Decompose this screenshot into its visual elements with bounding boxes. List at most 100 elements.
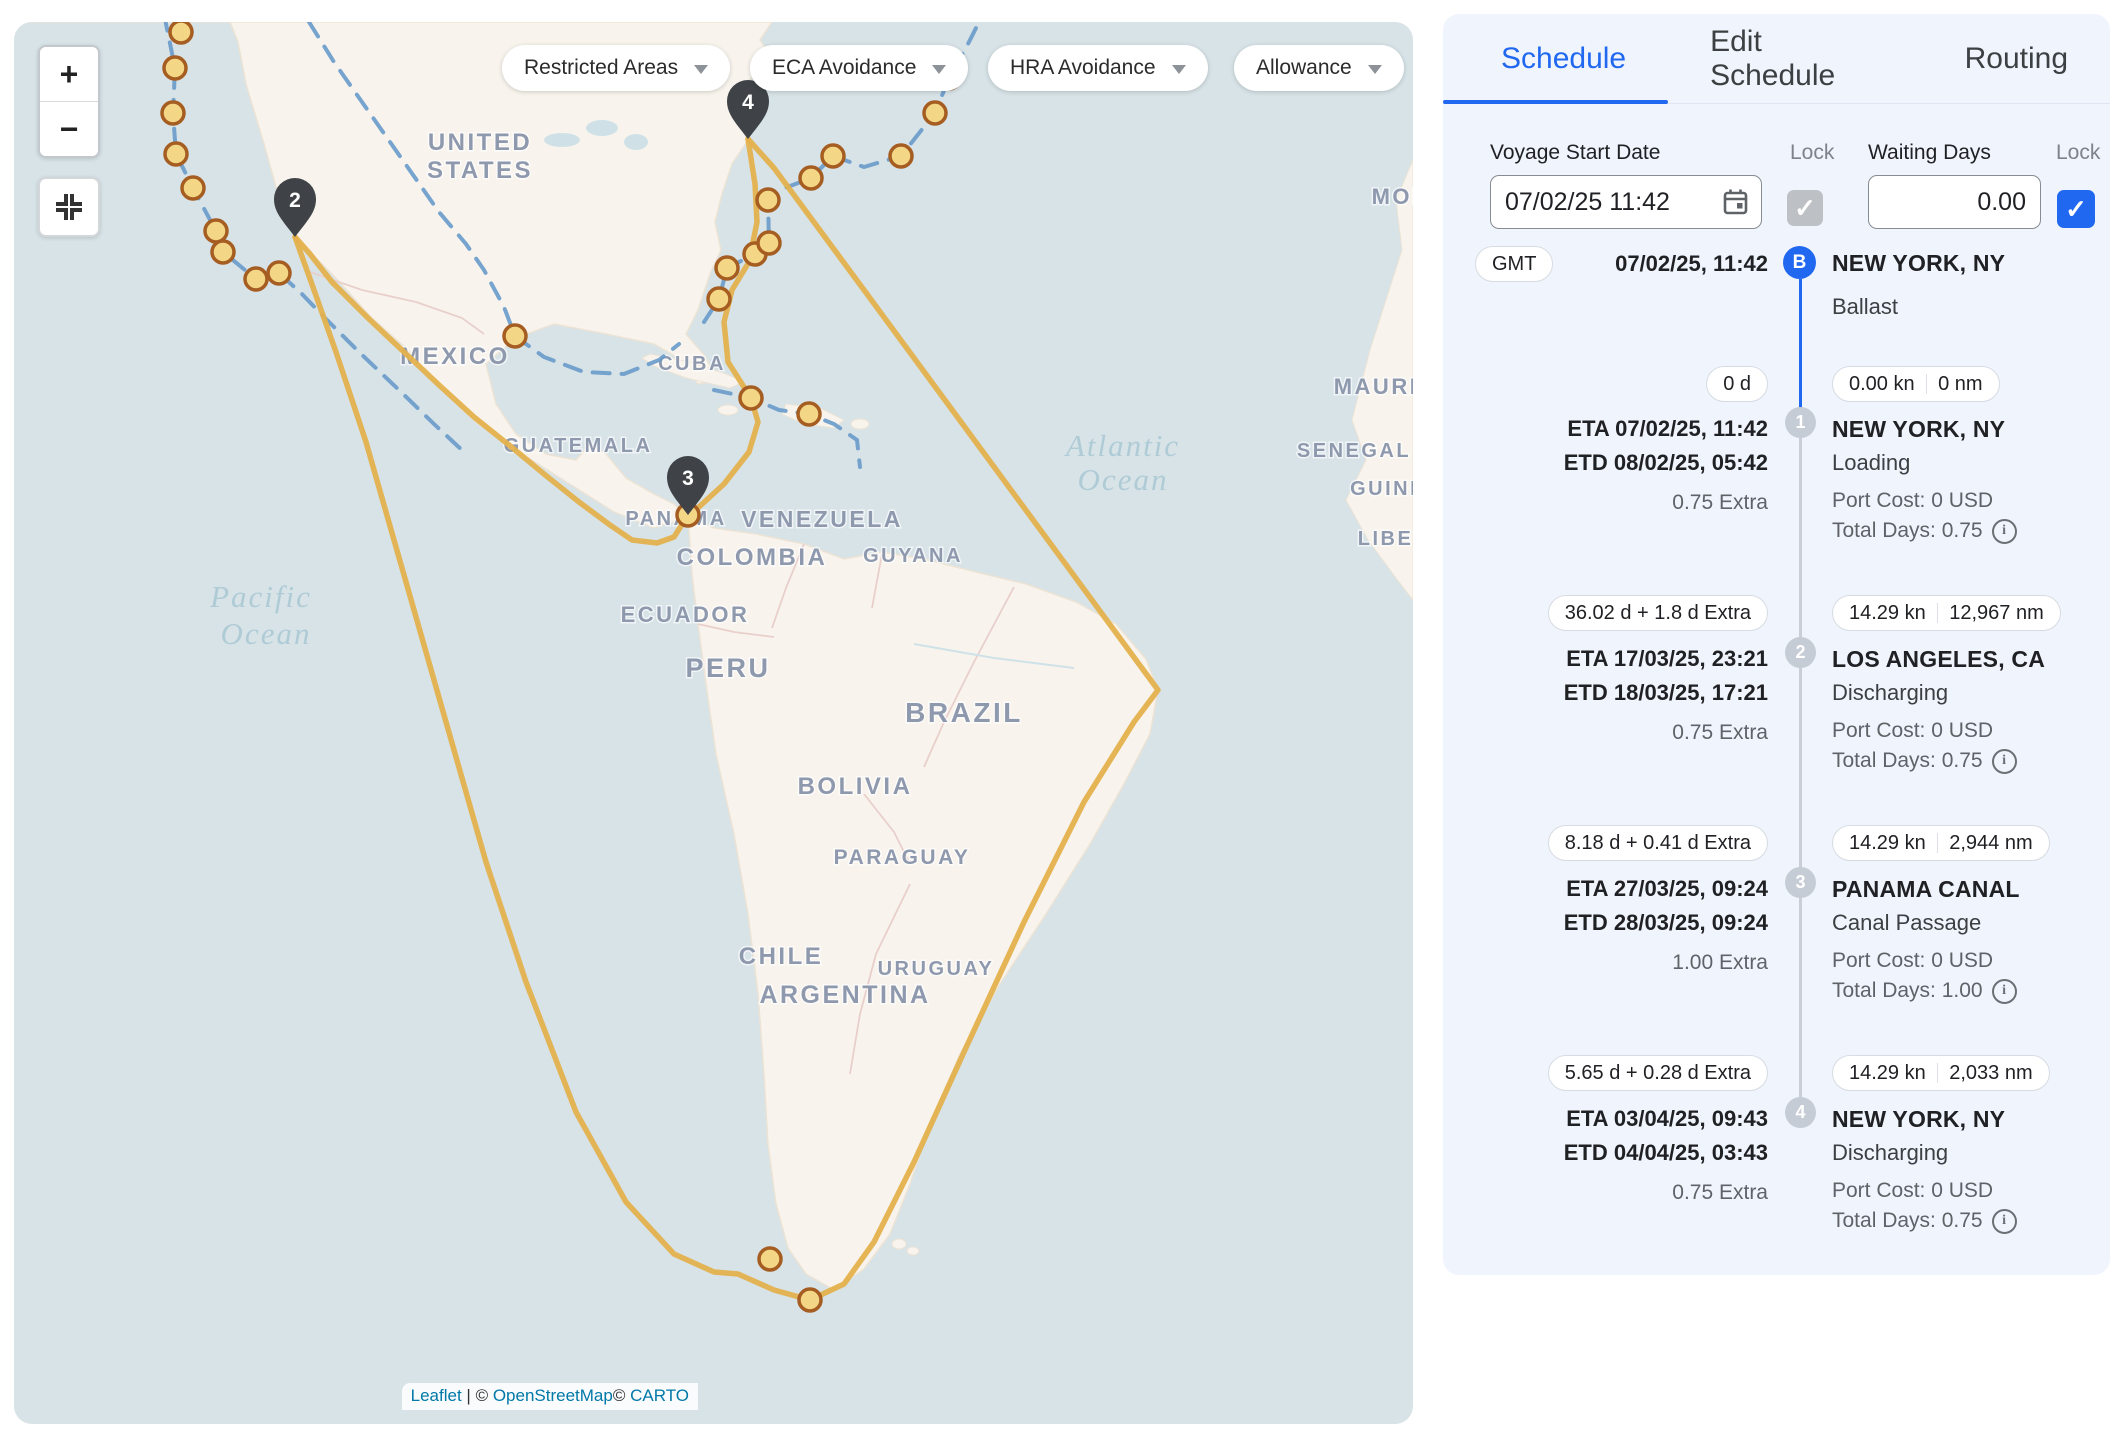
svg-text:LIBER: LIBER <box>1358 528 1413 550</box>
port-activity: Canal Passage <box>1832 906 2084 940</box>
allowance-dropdown[interactable]: Allowance <box>1234 45 1404 91</box>
leaflet-link[interactable]: Leaflet <box>411 1386 462 1405</box>
check-icon: ✓ <box>2065 196 2087 222</box>
leg-speed-distance-badge: 14.29 kn2,944 nm <box>1832 825 2050 861</box>
leg-speed-distance-badge: 14.29 kn2,033 nm <box>1832 1055 2050 1091</box>
svg-text:GUINE: GUINE <box>1350 478 1413 500</box>
port-total-days: Total Days: 1.00 <box>1832 976 1983 1006</box>
port-name: PANAMA CANAL <box>1832 872 2084 906</box>
eca-avoidance-label: ECA Avoidance <box>772 56 916 80</box>
svg-text:GUYANA: GUYANA <box>863 545 963 567</box>
port-eta: ETA 03/04/25, 09:43 <box>1475 1102 1768 1136</box>
port-eta: ETA 17/03/25, 23:21 <box>1475 642 1768 676</box>
voyage-start-date-label: Voyage Start Date <box>1490 141 1660 165</box>
chevron-down-icon <box>932 65 946 74</box>
leg-speed-distance-badge: 14.29 kn12,967 nm <box>1832 595 2061 631</box>
port-total-days: Total Days: 0.75 <box>1832 746 1983 776</box>
map-canvas: UNITEDSTATESMEXICOCUBAGUATEMALAPANAMAVEN… <box>14 22 1413 1424</box>
start-port-name: NEW YORK, NY <box>1832 246 2084 280</box>
allowance-label: Allowance <box>1256 56 1352 80</box>
openstreetmap-link[interactable]: OpenStreetMap <box>493 1386 613 1405</box>
eca-avoidance-dropdown[interactable]: ECA Avoidance <box>750 45 968 91</box>
svg-text:CHILE: CHILE <box>739 943 824 970</box>
info-icon[interactable]: i <box>1992 1209 2017 1234</box>
svg-text:UNITED: UNITED <box>428 129 532 156</box>
voyage-start-date-input[interactable] <box>1491 188 1722 217</box>
calendar-icon[interactable] <box>1722 188 1749 216</box>
svg-text:GUATEMALA: GUATEMALA <box>504 435 653 457</box>
svg-text:STATES: STATES <box>427 157 533 184</box>
port-activity: Discharging <box>1832 676 2084 710</box>
svg-text:PARAGUAY: PARAGUAY <box>834 846 971 869</box>
leg-duration-badge: 5.65 d + 0.28 d Extra <box>1548 1055 1768 1091</box>
svg-text:Atlantic: Atlantic <box>1064 428 1180 463</box>
attribution-separator: | <box>466 1386 470 1405</box>
waiting-days-field-wrap <box>1868 175 2041 229</box>
svg-text:PERU: PERU <box>685 653 770 683</box>
port-activity: Discharging <box>1832 1136 2084 1170</box>
port-total-days: Total Days: 0.75 <box>1832 1206 1983 1236</box>
timeline-line-ballast <box>1799 279 1802 409</box>
waiting-days-input[interactable] <box>1869 188 2040 217</box>
tab-edit-schedule[interactable]: Edit Schedule <box>1668 14 1922 103</box>
svg-text:3: 3 <box>682 467 694 490</box>
port-cost: Port Cost: 0 USD <box>1832 1176 2084 1206</box>
panel-tabs: Schedule Edit Schedule Routing <box>1443 14 2110 104</box>
svg-text:COLOMBIA: COLOMBIA <box>677 544 828 571</box>
info-icon[interactable]: i <box>1992 519 2017 544</box>
svg-text:Pacific: Pacific <box>209 579 312 614</box>
leg-speed-distance-badge: 0.00 kn0 nm <box>1832 366 2000 402</box>
port-cost: Port Cost: 0 USD <box>1832 716 2084 746</box>
timeline-marker-ballast: B <box>1783 246 1816 279</box>
timeline-marker-2: 2 <box>1785 637 1816 668</box>
port-extra-days: 0.75 Extra <box>1475 488 1768 518</box>
timezone-badge[interactable]: GMT <box>1475 246 1553 282</box>
chevron-down-icon <box>1172 65 1186 74</box>
svg-text:Ocean: Ocean <box>221 616 312 651</box>
port-eta: ETA 27/03/25, 09:24 <box>1475 872 1768 906</box>
timeline-marker-4: 4 <box>1785 1097 1816 1128</box>
svg-text:BRAZIL: BRAZIL <box>905 697 1023 728</box>
timeline-line <box>1799 409 1802 1097</box>
map-zoom-control: + − <box>38 45 100 158</box>
tab-routing-label: Routing <box>1965 42 2068 76</box>
carto-link[interactable]: CARTO <box>630 1386 689 1405</box>
port-extra-days: 0.75 Extra <box>1475 718 1768 748</box>
check-icon: ✓ <box>1794 195 1816 221</box>
leg-duration-badge: 8.18 d + 0.41 d Extra <box>1548 825 1768 861</box>
voyage-map[interactable]: UNITEDSTATESMEXICOCUBAGUATEMALAPANAMAVEN… <box>14 22 1413 1424</box>
lock-waiting-days-checkbox[interactable]: ✓ <box>2057 190 2095 228</box>
collapse-map-button[interactable] <box>38 177 100 237</box>
zoom-in-button[interactable]: + <box>40 47 98 101</box>
zoom-out-button[interactable]: − <box>40 101 98 156</box>
timeline-marker-3: 3 <box>1785 867 1816 898</box>
tab-routing[interactable]: Routing <box>1923 14 2110 103</box>
waiting-days-label: Waiting Days <box>1868 141 1991 165</box>
port-etd: ETD 04/04/25, 03:43 <box>1475 1136 1768 1170</box>
svg-text:Ocean: Ocean <box>1078 462 1169 497</box>
start-activity: Ballast <box>1832 290 2084 324</box>
tab-edit-schedule-label: Edit Schedule <box>1710 25 1880 93</box>
port-etd: ETD 28/03/25, 09:24 <box>1475 906 1768 940</box>
restricted-areas-label: Restricted Areas <box>524 56 678 80</box>
voyage-start-date-field-wrap <box>1490 175 1762 229</box>
port-name: LOS ANGELES, CA <box>1832 642 2084 676</box>
port-etd: ETD 18/03/25, 17:21 <box>1475 676 1768 710</box>
svg-text:CUBA: CUBA <box>658 353 726 375</box>
chevron-down-icon <box>694 65 708 74</box>
port-total-days: Total Days: 0.75 <box>1832 516 1983 546</box>
lock-voyage-start-checkbox[interactable]: ✓ <box>1787 190 1823 226</box>
port-cost: Port Cost: 0 USD <box>1832 946 2084 976</box>
collapse-icon <box>54 192 84 222</box>
lock-voyage-start-label: Lock <box>1790 141 1834 165</box>
tab-schedule[interactable]: Schedule <box>1443 14 1668 103</box>
restricted-areas-dropdown[interactable]: Restricted Areas <box>502 45 730 91</box>
svg-text:2: 2 <box>289 189 301 212</box>
schedule-panel: Schedule Edit Schedule Routing Voyage St… <box>1443 14 2110 1275</box>
info-icon[interactable]: i <box>1992 749 2017 774</box>
leg-duration-badge: 0 d <box>1706 366 1768 402</box>
carto-copyright: © <box>613 1386 626 1405</box>
port-name: NEW YORK, NY <box>1832 412 2084 446</box>
info-icon[interactable]: i <box>1992 979 2017 1004</box>
hra-avoidance-dropdown[interactable]: HRA Avoidance <box>988 45 1208 91</box>
